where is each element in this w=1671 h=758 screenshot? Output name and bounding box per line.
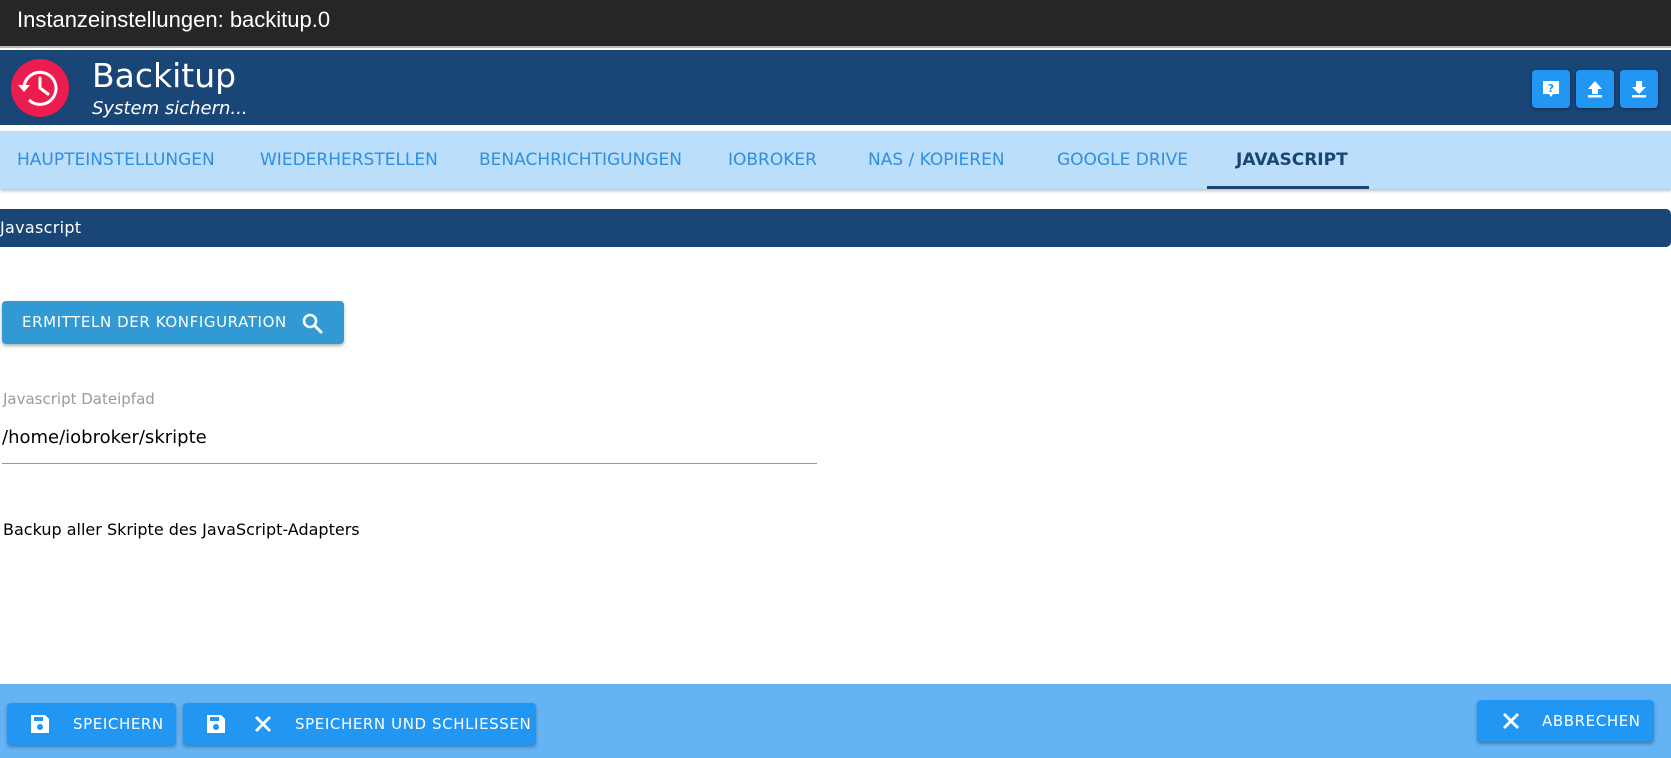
- path-field-label: Javascript Dateipfad: [3, 390, 155, 408]
- help-icon: ?: [1543, 81, 1559, 97]
- tab-google-drive[interactable]: GOOGLE DRIVE: [1057, 131, 1188, 189]
- detect-config-label: ERMITTELN DER KONFIGURATION: [22, 313, 287, 331]
- upload-icon: [1588, 81, 1602, 98]
- close-icon: [255, 716, 271, 732]
- cancel-button[interactable]: ABBRECHEN: [1477, 700, 1654, 742]
- save-button[interactable]: SPEICHERN: [7, 703, 176, 745]
- tab-benachrichtigungen[interactable]: BENACHRICHTIGUNGEN: [479, 131, 682, 189]
- download-icon: [1632, 81, 1646, 98]
- help-button[interactable]: ?: [1532, 70, 1570, 108]
- tab-nas-kopieren[interactable]: NAS / KOPIEREN: [868, 131, 1005, 189]
- active-tab-indicator: [1207, 186, 1369, 189]
- description-text: Backup aller Skripte des JavaScript-Adap…: [3, 520, 360, 539]
- footer-bar: SPEICHERN SPEICHERN UND SCHLIESSEN ABBRE…: [0, 684, 1671, 758]
- download-button[interactable]: [1620, 70, 1658, 108]
- tab-iobroker[interactable]: IOBROKER: [728, 131, 817, 189]
- upload-button[interactable]: [1576, 70, 1614, 108]
- detect-config-button[interactable]: ERMITTELN DER KONFIGURATION: [2, 301, 344, 344]
- app-subtitle: System sichern...: [92, 98, 248, 119]
- backup-clock-icon: [11, 59, 69, 117]
- window-title: Instanzeinstellungen: backitup.0: [0, 0, 1671, 48]
- search-icon: [302, 313, 323, 334]
- save-label: SPEICHERN: [73, 715, 164, 733]
- javascript-path-input[interactable]: [2, 422, 817, 464]
- close-icon: [1503, 713, 1519, 729]
- save-and-close-button[interactable]: SPEICHERN UND SCHLIESSEN: [183, 703, 536, 745]
- app-title: Backitup: [92, 56, 237, 95]
- app-header: Backitup System sichern... ?: [0, 50, 1671, 128]
- tab-bar: HAUPTEINSTELLUNGEN WIEDERHERSTELLEN BENA…: [0, 131, 1671, 189]
- tab-javascript[interactable]: JAVASCRIPT: [1236, 131, 1348, 189]
- section-title: Javascript: [0, 209, 1671, 247]
- tab-haupteinstellungen[interactable]: HAUPTEINSTELLUNGEN: [17, 131, 215, 189]
- save-and-close-label: SPEICHERN UND SCHLIESSEN: [295, 715, 532, 733]
- save-icon: [31, 715, 49, 733]
- tab-wiederherstellen[interactable]: WIEDERHERSTELLEN: [260, 131, 438, 189]
- svg-text:?: ?: [1548, 82, 1554, 95]
- cancel-label: ABBRECHEN: [1542, 712, 1641, 730]
- save-icon: [207, 715, 225, 733]
